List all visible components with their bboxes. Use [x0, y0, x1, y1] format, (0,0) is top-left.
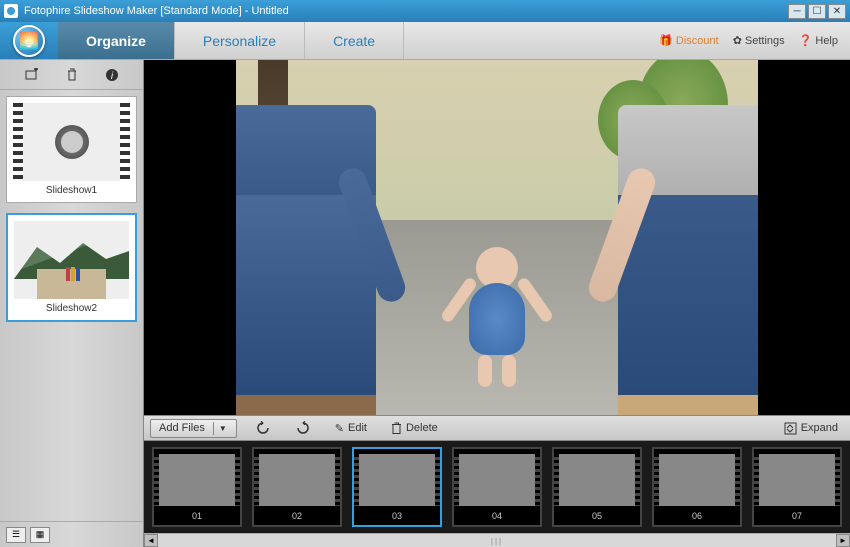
- titlebar: Fotophire Slideshow Maker [Standard Mode…: [0, 0, 850, 22]
- frame-thumb: [159, 454, 235, 506]
- frame-number: 02: [254, 511, 340, 525]
- frame-thumb: [359, 454, 435, 506]
- edit-button[interactable]: ✎ Edit: [329, 420, 373, 437]
- trash-icon: [391, 422, 402, 435]
- frame-number: 04: [454, 511, 540, 525]
- help-icon: ❓: [799, 34, 813, 47]
- rotate-left-icon: [255, 421, 271, 435]
- tab-personalize[interactable]: Personalize: [175, 22, 305, 59]
- horizontal-scrollbar[interactable]: ◄ ||| ►: [144, 533, 850, 547]
- frame-number: 03: [354, 511, 440, 525]
- info-button[interactable]: i: [104, 67, 120, 83]
- rotate-right-icon: [295, 421, 311, 435]
- discount-button[interactable]: 🎁 Discount: [659, 34, 719, 47]
- expand-button[interactable]: Expand: [778, 420, 844, 437]
- frame-item[interactable]: 01: [152, 447, 242, 527]
- app-logo-icon: [4, 4, 18, 18]
- help-button[interactable]: ❓ Help: [799, 34, 838, 47]
- frame-thumb: [759, 454, 835, 506]
- slideshow-item[interactable]: Slideshow1: [6, 96, 137, 203]
- brand-badge: 🌅: [0, 22, 58, 59]
- frame-item[interactable]: 07: [752, 447, 842, 527]
- frame-number: 05: [554, 511, 640, 525]
- scroll-left-button[interactable]: ◄: [144, 534, 158, 547]
- slideshow-label: Slideshow1: [13, 185, 130, 196]
- content-area: Add Files ▼ ✎ Edit Delete Expand: [144, 60, 850, 547]
- preview-pane: [144, 60, 850, 415]
- close-button[interactable]: ✕: [828, 4, 846, 19]
- main-tabs: Organize Personalize Create: [58, 22, 404, 59]
- view-list-button[interactable]: ☰: [6, 527, 26, 543]
- frame-number: 06: [654, 511, 740, 525]
- view-grid-button[interactable]: ▦: [30, 527, 50, 543]
- maximize-button[interactable]: ☐: [808, 4, 826, 19]
- rotate-right-button[interactable]: [289, 419, 317, 437]
- frame-item[interactable]: 05: [552, 447, 642, 527]
- slideshow-item[interactable]: Slideshow2: [6, 213, 137, 322]
- gift-icon: 🎁: [659, 34, 673, 47]
- tab-create[interactable]: Create: [305, 22, 404, 59]
- add-files-button[interactable]: Add Files ▼: [150, 419, 237, 438]
- slideshow-label: Slideshow2: [14, 303, 129, 314]
- window-title: Fotophire Slideshow Maker [Standard Mode…: [24, 5, 289, 17]
- slideshow-thumb-icon: [13, 103, 130, 181]
- action-bar: Add Files ▼ ✎ Edit Delete Expand: [144, 415, 850, 441]
- delete-button[interactable]: Delete: [385, 420, 444, 437]
- rotate-left-button[interactable]: [249, 419, 277, 437]
- gear-icon: ✿: [733, 34, 742, 47]
- frame-thumb: [259, 454, 335, 506]
- frame-thumb: [659, 454, 735, 506]
- add-slideshow-button[interactable]: [24, 67, 40, 83]
- tab-organize[interactable]: Organize: [58, 22, 175, 59]
- minimize-button[interactable]: ─: [788, 4, 806, 19]
- slideshow-list: Slideshow1 Slideshow2: [0, 90, 143, 521]
- header: 🌅 Organize Personalize Create 🎁 Discount…: [0, 22, 850, 60]
- expand-icon: [784, 422, 797, 435]
- slideshow-thumb-icon: [14, 221, 129, 299]
- preview-image: [236, 60, 758, 415]
- frame-number: 01: [154, 511, 240, 525]
- settings-button[interactable]: ✿ Settings: [733, 34, 785, 47]
- frame-item[interactable]: 03: [352, 447, 442, 527]
- sidebar: i Slideshow1 Slideshow2 ☰ ▦: [0, 60, 144, 547]
- frame-thumb: [559, 454, 635, 506]
- frame-number: 07: [754, 511, 840, 525]
- sidebar-toolbar: i: [0, 60, 143, 90]
- frame-item[interactable]: 06: [652, 447, 742, 527]
- scroll-grip-icon: |||: [491, 537, 503, 546]
- frame-item[interactable]: 02: [252, 447, 342, 527]
- sidebar-footer: ☰ ▦: [0, 521, 143, 547]
- frame-thumb: [459, 454, 535, 506]
- frame-item[interactable]: 04: [452, 447, 542, 527]
- filmstrip: 01 02 03 04 05: [144, 441, 850, 533]
- pencil-icon: ✎: [335, 422, 344, 435]
- chevron-down-icon[interactable]: ▼: [213, 422, 232, 435]
- scroll-right-button[interactable]: ►: [836, 534, 850, 547]
- delete-slideshow-button[interactable]: [64, 67, 80, 83]
- brand-icon: 🌅: [13, 25, 45, 57]
